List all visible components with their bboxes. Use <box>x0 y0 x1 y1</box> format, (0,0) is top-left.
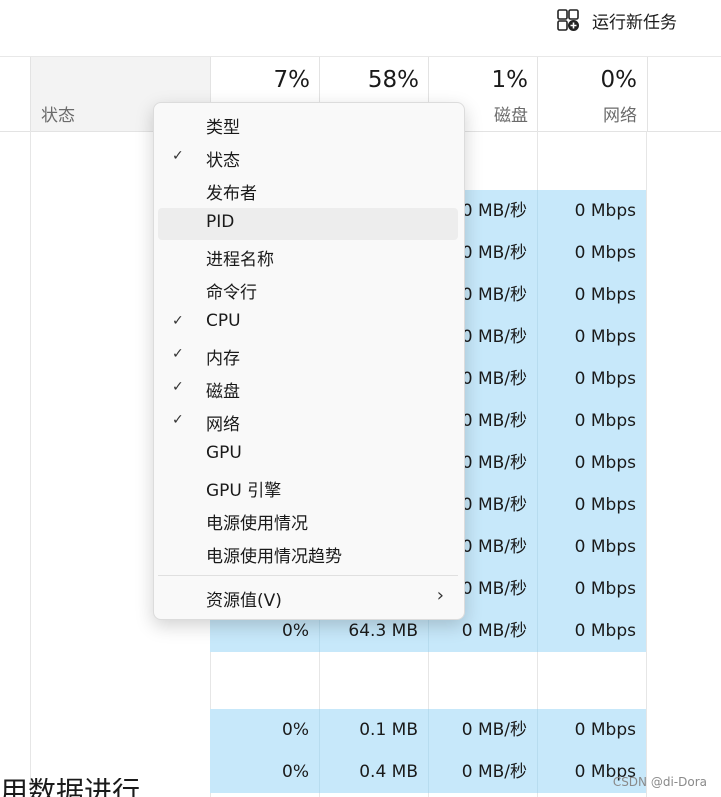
menu-item-process-name[interactable]: 进程名称 <box>158 241 458 273</box>
menu-item-publisher[interactable]: 发布者 <box>158 175 458 207</box>
disk-cell: 0 MB/秒 <box>461 720 527 740</box>
network-cell: 0 Mbps <box>574 369 636 389</box>
menu-item-label: 内存 <box>206 349 240 369</box>
menu-item-label: 磁盘 <box>206 382 240 402</box>
menu-item-network[interactable]: ✓ 网络 <box>158 406 458 438</box>
watermark: CSDN @di-Dora <box>612 775 707 789</box>
network-cell: 0 Mbps <box>574 411 636 431</box>
menu-item-gpu-engine[interactable]: GPU 引擎 <box>158 472 458 504</box>
checkmark-icon: ✓ <box>172 379 184 395</box>
network-percent: 0% <box>600 67 638 93</box>
memory-cell: 0.1 MB <box>359 720 418 740</box>
cpu-percent: 7% <box>273 67 311 93</box>
column-divider <box>30 131 31 797</box>
menu-item-cpu[interactable]: ✓ CPU <box>158 307 458 339</box>
checkmark-icon: ✓ <box>172 313 184 329</box>
menu-item-resource-values[interactable]: 资源值(V) › <box>158 582 458 614</box>
network-cell: 0 Mbps <box>574 453 636 473</box>
background-caption-text: 用数据进行 <box>0 778 141 797</box>
menu-item-label: 命令行 <box>206 283 257 303</box>
menu-item-label: 网络 <box>206 415 240 435</box>
new-task-icon <box>557 9 579 31</box>
chevron-right-icon: › <box>436 585 444 606</box>
memory-cell: 0.4 MB <box>359 762 418 782</box>
menu-item-status[interactable]: ✓ 状态 <box>158 142 458 174</box>
network-cell: 0 Mbps <box>574 243 636 263</box>
menu-item-power-usage-trend[interactable]: 电源使用情况趋势 <box>158 538 458 570</box>
network-cell: 0 Mbps <box>574 285 636 305</box>
menu-item-label: 电源使用情况 <box>206 514 308 534</box>
menu-item-command-line[interactable]: 命令行 <box>158 274 458 306</box>
menu-item-label: 状态 <box>206 151 240 171</box>
menu-item-disk[interactable]: ✓ 磁盘 <box>158 373 458 405</box>
menu-item-label: PID <box>206 212 235 232</box>
network-cell: 0 Mbps <box>574 537 636 557</box>
menu-item-label: 电源使用情况趋势 <box>206 547 342 567</box>
menu-item-label: 类型 <box>206 118 240 138</box>
menu-item-gpu[interactable]: GPU <box>158 439 458 471</box>
network-cell: 0 Mbps <box>574 720 636 740</box>
menu-item-label: CPU <box>206 311 241 331</box>
network-cell: 0 Mbps <box>574 201 636 221</box>
menu-item-memory[interactable]: ✓ 内存 <box>158 340 458 372</box>
menu-item-label: GPU 引擎 <box>206 481 282 501</box>
run-new-task-button[interactable]: 运行新任务 <box>556 6 677 34</box>
disk-cell: 0 MB/秒 <box>461 762 527 782</box>
checkmark-icon: ✓ <box>172 148 184 164</box>
network-cell: 0 Mbps <box>574 621 636 641</box>
menu-item-label: 进程名称 <box>206 250 274 270</box>
column-header-network[interactable]: 0% 网络 <box>537 57 648 131</box>
table-row[interactable]: 0% 0.4 MB 0 MB/秒 0 Mbps <box>210 751 646 793</box>
table-row[interactable]: 0% 0.1 MB 0 MB/秒 0 Mbps <box>210 709 646 751</box>
checkmark-icon: ✓ <box>172 346 184 362</box>
network-cell: 0 Mbps <box>574 327 636 347</box>
column-divider <box>646 131 647 797</box>
menu-item-pid[interactable]: PID <box>158 208 458 240</box>
memory-percent: 58% <box>367 67 419 93</box>
network-header-label: 网络 <box>603 106 637 126</box>
menu-item-power-usage[interactable]: 电源使用情况 <box>158 505 458 537</box>
run-new-task-label: 运行新任务 <box>592 12 677 33</box>
network-cell: 0 Mbps <box>574 579 636 599</box>
menu-separator <box>158 575 458 576</box>
toolbar: 运行新任务 <box>0 0 721 57</box>
menu-item-label: 资源值(V) <box>206 591 282 611</box>
cpu-cell: 0% <box>282 720 309 740</box>
network-cell: 0 Mbps <box>574 495 636 515</box>
menu-item-type[interactable]: 类型 <box>158 109 458 141</box>
menu-item-label: GPU <box>206 443 242 463</box>
disk-header-label: 磁盘 <box>494 106 528 126</box>
menu-item-label: 发布者 <box>206 184 257 204</box>
column-context-menu: 类型 ✓ 状态 发布者 PID 进程名称 命令行 ✓ CPU ✓ 内存 ✓ 磁盘… <box>153 102 465 620</box>
status-header-label: 状态 <box>41 106 75 126</box>
checkmark-icon: ✓ <box>172 412 184 428</box>
disk-percent: 1% <box>491 67 529 93</box>
